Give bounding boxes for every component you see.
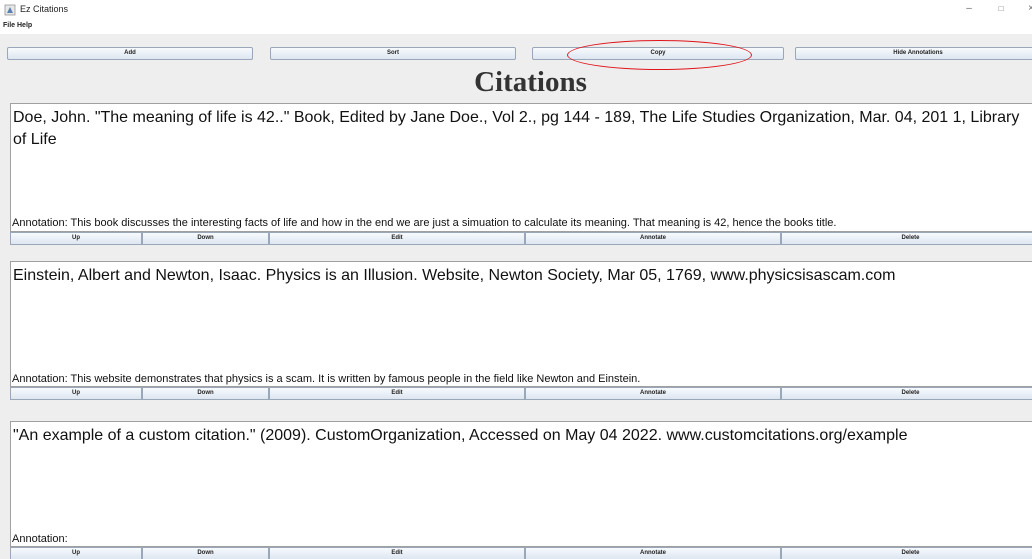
close-button[interactable]: × bbox=[1021, 2, 1032, 16]
menu-file[interactable]: File bbox=[3, 22, 15, 29]
page-title: Citations bbox=[474, 66, 587, 98]
edit-button[interactable]: Edit bbox=[269, 232, 525, 245]
java-app-icon bbox=[4, 4, 16, 16]
down-button[interactable]: Down bbox=[142, 387, 269, 400]
citation-card: Doe, John. "The meaning of life is 42.."… bbox=[10, 103, 1032, 232]
up-button[interactable]: Up bbox=[10, 387, 142, 400]
title-bar: Ez Citations – □ × bbox=[0, 0, 1032, 20]
delete-button[interactable]: Delete bbox=[781, 232, 1032, 245]
annotation-text: Annotation: This book discusses the inte… bbox=[12, 217, 837, 229]
citation-card: "An example of a custom citation." (2009… bbox=[10, 421, 1032, 547]
citation-actions: Up Down Edit Annotate Delete bbox=[10, 547, 1032, 559]
window-title: Ez Citations bbox=[20, 4, 69, 14]
annotation-text: Annotation: bbox=[12, 533, 68, 545]
copy-button[interactable]: Copy bbox=[532, 47, 784, 60]
up-button[interactable]: Up bbox=[10, 547, 142, 559]
annotate-button[interactable]: Annotate bbox=[525, 232, 781, 245]
sort-button[interactable]: Sort bbox=[270, 47, 516, 60]
citation-actions: Up Down Edit Annotate Delete bbox=[10, 232, 1032, 245]
minimize-button[interactable]: – bbox=[959, 2, 979, 16]
up-button[interactable]: Up bbox=[10, 232, 142, 245]
citation-card: Einstein, Albert and Newton, Isaac. Phys… bbox=[10, 261, 1032, 387]
edit-button[interactable]: Edit bbox=[269, 547, 525, 559]
edit-button[interactable]: Edit bbox=[269, 387, 525, 400]
maximize-button[interactable]: □ bbox=[991, 2, 1011, 16]
delete-button[interactable]: Delete bbox=[781, 547, 1032, 559]
hide-annotations-button[interactable]: Hide Annotations bbox=[795, 47, 1032, 60]
add-button[interactable]: Add bbox=[7, 47, 253, 60]
down-button[interactable]: Down bbox=[142, 547, 269, 559]
annotate-button[interactable]: Annotate bbox=[525, 547, 781, 559]
citation-actions: Up Down Edit Annotate Delete bbox=[10, 387, 1032, 400]
delete-button[interactable]: Delete bbox=[781, 387, 1032, 400]
citation-text: "An example of a custom citation." (2009… bbox=[13, 427, 908, 444]
down-button[interactable]: Down bbox=[142, 232, 269, 245]
citation-text: Einstein, Albert and Newton, Isaac. Phys… bbox=[13, 267, 896, 284]
menu-bar: File Help bbox=[0, 20, 1032, 34]
citation-text: Doe, John. "The meaning of life is 42.."… bbox=[13, 109, 1020, 148]
annotation-text: Annotation: This website demonstrates th… bbox=[12, 373, 641, 385]
menu-help[interactable]: Help bbox=[17, 22, 32, 29]
annotate-button[interactable]: Annotate bbox=[525, 387, 781, 400]
